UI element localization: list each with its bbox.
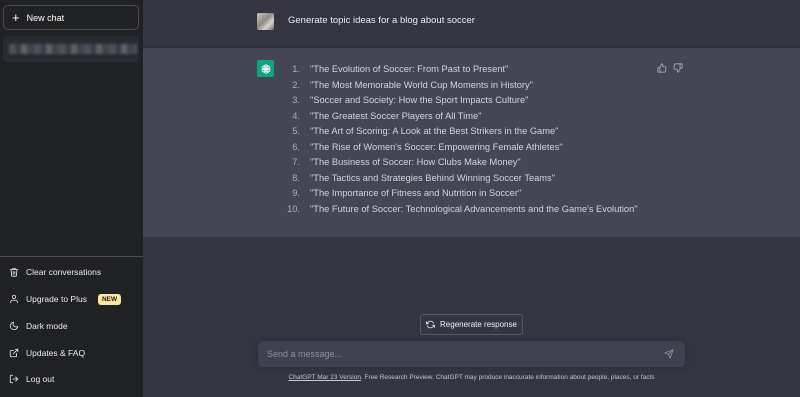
- sidebar: + New chat Clear conversations Upgrade t…: [0, 0, 143, 397]
- user-avatar: [257, 13, 274, 30]
- new-chat-label: New chat: [26, 12, 65, 23]
- thumbs-up-icon[interactable]: [657, 63, 667, 73]
- version-link[interactable]: ChatGPT Mar 23 Version: [288, 374, 361, 381]
- new-badge: NEW: [97, 293, 122, 305]
- send-icon[interactable]: [664, 349, 674, 359]
- updates-faq-link[interactable]: Updates & FAQ: [0, 341, 143, 365]
- chatgpt-logo-icon: [257, 60, 274, 77]
- list-item: 4. "The Greatest Soccer Players of All Ti…: [292, 110, 482, 121]
- sidebar-divider: [0, 256, 143, 257]
- user-icon: [9, 294, 19, 304]
- thumbs-down-icon[interactable]: [673, 63, 683, 73]
- chat-main: Generate topic ideas for a blog about so…: [143, 0, 800, 397]
- plus-icon: +: [12, 10, 20, 25]
- dark-mode-label: Dark mode: [26, 321, 68, 331]
- message-composer: [258, 341, 685, 367]
- dark-mode-toggle[interactable]: Dark mode: [0, 314, 143, 338]
- list-item: 10. "The Future of Soccer: Technological …: [287, 203, 638, 214]
- user-message-text: Generate topic ideas for a blog about so…: [288, 15, 475, 26]
- message-input[interactable]: [267, 341, 647, 367]
- regenerate-response-label: Regenerate response: [440, 320, 517, 329]
- updates-faq-label: Updates & FAQ: [26, 348, 86, 358]
- redacted-chat-title: [9, 44, 137, 54]
- moon-icon: [9, 321, 19, 331]
- log-out-label: Log out: [26, 374, 55, 384]
- list-item: 6. "The Rise of Women's Soccer: Empowerin…: [292, 141, 563, 152]
- list-item: 9. "The Importance of Fitness and Nutriti…: [292, 188, 522, 198]
- topic-ideas-list: 1. "The Evolution of Soccer: From Past to…: [282, 62, 638, 217]
- list-item: 7. "The Business of Soccer: How Clubs Mak…: [292, 157, 521, 167]
- list-item: 8. "The Tactics and Strategies Behind Win…: [292, 172, 556, 183]
- list-item: 3. "Soccer and Society: How the Sport Imp…: [292, 95, 529, 105]
- list-item: 5. "The Art of Scoring: A Look at the Bes…: [292, 126, 559, 136]
- chat-history-item[interactable]: [3, 36, 139, 62]
- user-message-row: Generate topic ideas for a blog about so…: [143, 0, 800, 48]
- external-link-icon: [9, 348, 19, 358]
- upgrade-to-plus-button[interactable]: Upgrade to Plus NEW: [0, 287, 143, 311]
- new-chat-button[interactable]: + New chat: [3, 5, 139, 30]
- list-item: 2. "The Most Memorable World Cup Moments …: [292, 79, 533, 90]
- log-out-button[interactable]: Log out: [0, 367, 143, 391]
- footer-disclaimer: ChatGPT Mar 23 Version. Free Research Pr…: [143, 374, 800, 381]
- clear-conversations-label: Clear conversations: [26, 267, 102, 277]
- clear-conversations-button[interactable]: Clear conversations: [0, 260, 143, 284]
- assistant-message-row: 1. "The Evolution of Soccer: From Past to…: [143, 48, 800, 237]
- disclaimer-text: . Free Research Preview. ChatGPT may pro…: [360, 374, 655, 381]
- feedback-buttons: [657, 63, 683, 73]
- refresh-icon: [426, 320, 436, 329]
- trash-icon: [9, 267, 19, 277]
- logout-icon: [9, 374, 19, 384]
- regenerate-response-button[interactable]: Regenerate response: [420, 314, 523, 335]
- list-item: 1. "The Evolution of Soccer: From Past to…: [292, 64, 509, 74]
- upgrade-to-plus-label: Upgrade to Plus: [26, 294, 87, 304]
